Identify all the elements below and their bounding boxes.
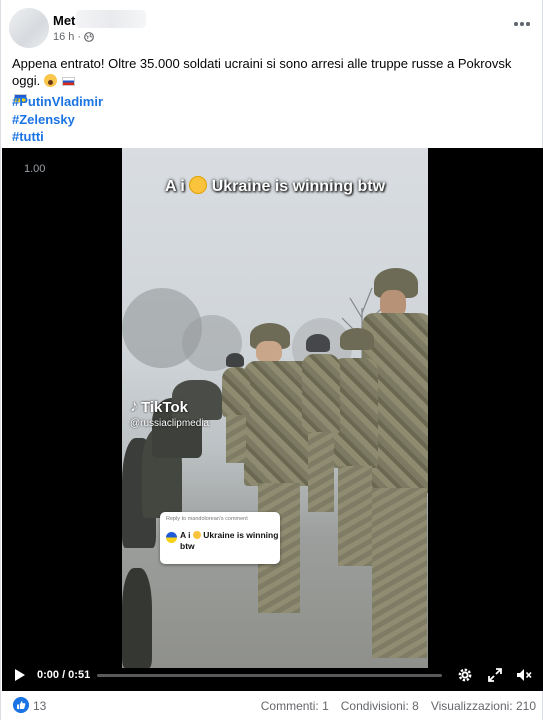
post-stats: Commenti: 1 Condivisioni: 8 Visualizzazi…	[261, 699, 536, 713]
fullscreen-icon[interactable]	[486, 666, 504, 684]
hashtag-link[interactable]: #PutinVladimir	[12, 93, 103, 111]
legs	[308, 432, 334, 512]
hashtag-link[interactable]: #tutti	[12, 128, 103, 146]
video-caption: A i Ukraine is winning btw	[122, 176, 428, 196]
facebook-post: Met 16 h · Appena entrato! Oltre 35.000 …	[0, 0, 543, 720]
soldier-figure	[222, 353, 252, 463]
reply-avatar	[166, 532, 177, 543]
hashtag-link[interactable]: #Zelensky	[12, 111, 103, 129]
reply-text: A i Ukraine is winning btw	[180, 530, 280, 552]
play-icon[interactable]	[14, 668, 26, 682]
uniform	[302, 354, 340, 434]
helmet	[306, 334, 330, 352]
helmet	[226, 353, 244, 367]
laughing-emoji-icon	[192, 531, 201, 539]
legs	[338, 466, 372, 566]
reply-header: Reply to mandolorean's comment	[166, 516, 248, 522]
face	[256, 341, 282, 363]
video-controls: 0:00 / 0:51	[2, 658, 543, 691]
russia-flag-icon	[62, 77, 76, 86]
tiktok-watermark: ♪ TikTok @russiaclipmedia	[130, 398, 209, 429]
views-count: Visualizzazioni: 210	[430, 699, 536, 713]
legs	[226, 415, 246, 463]
hashtag-list: #PutinVladimir #Zelensky #tutti	[12, 93, 103, 146]
reply-prefix: A i	[180, 530, 191, 540]
post-time[interactable]: 16 h	[53, 31, 74, 43]
globe-icon	[84, 32, 94, 42]
more-options-button[interactable]	[510, 14, 534, 34]
video-frame[interactable]: A i Ukraine is winning btw ♪ TikTok @rus…	[122, 148, 428, 668]
shares-count[interactable]: Condivisioni: 8	[341, 699, 419, 713]
redacted-name-blur	[76, 10, 146, 28]
kneeling-figure	[122, 568, 152, 668]
mute-volume-icon[interactable]	[515, 666, 533, 684]
legs	[372, 488, 427, 658]
post-footer: 13 Commenti: 1 Condivisioni: 8 Visualizz…	[1, 692, 543, 720]
soldier-figure	[302, 334, 342, 514]
post-meta: 16 h ·	[53, 31, 94, 43]
video-time: 0:00 / 0:51	[37, 669, 91, 681]
tiktok-label: TikTok	[141, 398, 188, 416]
uniform	[222, 367, 250, 417]
post-header: Met 16 h ·	[1, 0, 543, 50]
like-count[interactable]: 13	[33, 699, 46, 713]
comments-count[interactable]: Commenti: 1	[261, 699, 329, 713]
like-icon[interactable]	[13, 697, 29, 713]
gear-icon[interactable]	[456, 666, 474, 684]
tiktok-handle: @russiaclipmedia	[130, 418, 210, 429]
avatar-blur	[9, 8, 49, 48]
helmet	[340, 328, 374, 350]
reply-comment-card: Reply to mandolorean's comment A i Ukrai…	[160, 512, 280, 564]
post-body: Appena entrato! Oltre 35.000 soldati ucr…	[12, 56, 512, 88]
separator-dot: ·	[77, 31, 82, 43]
playback-speed: 1.00	[24, 163, 46, 175]
scream-emoji-icon	[43, 74, 57, 87]
laughing-emoji-icon	[189, 176, 208, 194]
avatar[interactable]	[9, 8, 49, 48]
author-name[interactable]: Met	[53, 13, 75, 28]
progress-bar[interactable]	[97, 674, 442, 677]
video-player[interactable]: 1.00 A i Ukraine is winning btw ♪ TikTok…	[2, 148, 543, 691]
tiktok-note-icon: ♪	[130, 398, 138, 415]
tiktok-logo: ♪ TikTok	[130, 398, 209, 416]
caption-text: Ukraine is winning btw	[211, 178, 386, 195]
caption-prefix: A i	[164, 178, 185, 195]
